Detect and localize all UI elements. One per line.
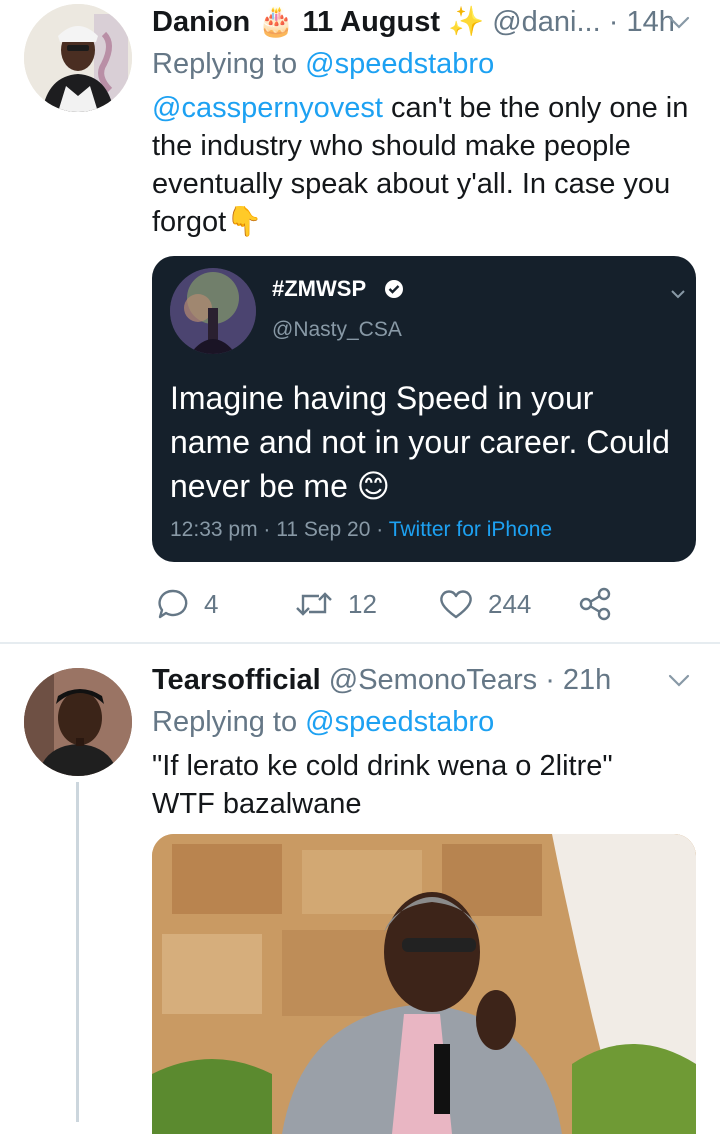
quoted-meta: 12:33 pm · 11 Sep 20 · Twitter for iPhon… bbox=[170, 518, 552, 542]
avatar-tearsofficial[interactable] bbox=[24, 668, 132, 776]
like-icon bbox=[440, 590, 472, 619]
thread-line bbox=[76, 782, 79, 1122]
tweet-actions: 4 12 244 bbox=[152, 584, 692, 624]
tweet-header: Danion 🎂 11 August ✨ @dani... · 14h bbox=[152, 4, 675, 40]
like-count: 244 bbox=[488, 588, 532, 619]
tweet-text: "If lerato ke cold drink wena o 2litre" … bbox=[152, 747, 692, 823]
replying-to-link[interactable]: @speedstabro bbox=[305, 48, 494, 80]
retweet-count: 12 bbox=[348, 588, 377, 619]
quoted-timestamp: 12:33 pm · 11 Sep 20 · bbox=[170, 518, 389, 541]
tweet-media-image[interactable] bbox=[152, 834, 696, 1134]
verified-badge-icon bbox=[385, 280, 403, 298]
user-handle[interactable]: @dani... bbox=[492, 6, 600, 38]
tweet-tearsofficial[interactable]: Tearsofficial @SemonoTears · 21h Replyin… bbox=[0, 644, 720, 1134]
replying-to-link[interactable]: @speedstabro bbox=[305, 706, 494, 738]
chevron-down-icon[interactable] bbox=[662, 664, 696, 698]
share-icon bbox=[579, 587, 611, 621]
reply-button[interactable]: 4 bbox=[156, 584, 218, 624]
mention-link[interactable]: @casspernyovest bbox=[152, 92, 383, 124]
quoted-display-name: #ZMWSP bbox=[272, 276, 367, 301]
reply-count: 4 bbox=[204, 588, 219, 619]
replying-to-label: Replying to bbox=[152, 48, 306, 80]
tweet-header: Tearsofficial @SemonoTears · 21h bbox=[152, 662, 611, 698]
replying-to: Replying to @speedstabro bbox=[152, 704, 494, 740]
tweet-text-line-1: "If lerato ke cold drink wena o 2litre" bbox=[152, 750, 613, 782]
quoted-source: Twitter for iPhone bbox=[388, 518, 553, 541]
replying-to-label: Replying to bbox=[152, 706, 306, 738]
chevron-down-icon[interactable] bbox=[662, 6, 696, 40]
quoted-text: Imagine having Speed in your name and no… bbox=[170, 380, 670, 504]
display-name[interactable]: Tearsofficial bbox=[152, 664, 321, 696]
quoted-tweet-screenshot[interactable]: #ZMWSP @Nasty_CSA Imagine having Speed i… bbox=[152, 256, 696, 562]
replying-to: Replying to @speedstabro bbox=[152, 46, 494, 82]
like-button[interactable]: 244 bbox=[438, 584, 531, 624]
retweet-button[interactable]: 12 bbox=[294, 584, 377, 624]
retweet-icon bbox=[296, 592, 332, 616]
user-handle[interactable]: @SemonoTears bbox=[329, 664, 537, 696]
quoted-avatar bbox=[170, 268, 256, 354]
display-name[interactable]: Danion 🎂 11 August ✨ bbox=[152, 6, 484, 38]
timestamp[interactable]: · 21h bbox=[545, 664, 611, 696]
tweet-text: @casspernyovest can't be the only one in… bbox=[152, 89, 692, 241]
tweet-text-line-2: WTF bazalwane bbox=[152, 788, 362, 820]
avatar-danion[interactable] bbox=[24, 4, 132, 112]
reply-icon bbox=[158, 589, 188, 619]
tweet-danion[interactable]: Danion 🎂 11 August ✨ @dani... · 14h Repl… bbox=[0, 0, 720, 642]
quoted-chevron-icon bbox=[671, 290, 685, 299]
quoted-handle: @Nasty_CSA bbox=[272, 318, 402, 341]
share-button[interactable] bbox=[578, 584, 612, 624]
